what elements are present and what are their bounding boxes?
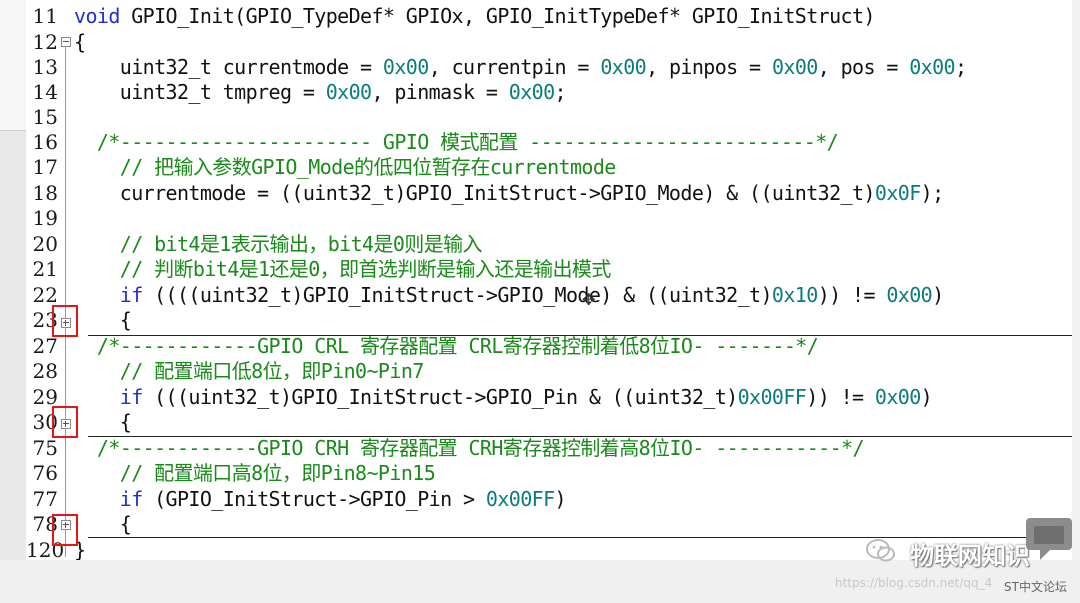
code-line[interactable]: // bit4是1表示输出，bit4是0则是输入 <box>74 232 483 257</box>
line-number: 76 <box>32 461 58 485</box>
watermark-forum: ST中文论坛 <box>1004 580 1067 594</box>
line-number: 17 <box>32 155 58 179</box>
code-line[interactable]: /*------------GPIO CRL 寄存器配置 CRL寄存器控制着低8… <box>74 334 819 359</box>
line-number: 15 <box>32 105 58 129</box>
fold-expanded-icon[interactable] <box>61 37 71 47</box>
code-line[interactable]: // 把输入参数GPIO_Mode的低四位暂存在currentmode <box>74 155 617 180</box>
code-line[interactable]: /*---------------------- GPIO 模式配置 -----… <box>74 130 839 155</box>
watermark-title: 物联网知识 <box>910 542 1030 570</box>
code-line[interactable]: { <box>74 308 132 333</box>
highlight-box <box>52 305 78 337</box>
code-line[interactable]: { <box>74 410 132 435</box>
line-number-gutter: 11 12 13 14 15 16 17 18 19 20 21 22 23 27 28 29 30 75 76 77… <box>26 0 70 562</box>
line-number: 19 <box>32 206 58 230</box>
code-line[interactable]: uint32_t tmpreg = 0x00, pinmask = 0x00; <box>74 80 567 105</box>
line-number: 12 <box>32 30 58 54</box>
code-line[interactable]: // 配置端口低8位，即Pin0~Pin7 <box>74 359 425 384</box>
code-line[interactable]: { <box>74 30 86 55</box>
highlight-box <box>52 406 78 438</box>
collapsed-region-line <box>88 436 1080 437</box>
line-number: 18 <box>32 181 58 205</box>
mouse-cursor-icon: ✥ <box>582 290 596 309</box>
code-line[interactable]: if ((((uint32_t)GPIO_InitStruct->GPIO_Mo… <box>74 283 944 308</box>
side-tab[interactable] <box>0 40 26 131</box>
code-line[interactable]: if (((uint32_t)GPIO_InitStruct->GPIO_Pin… <box>74 385 933 410</box>
collapsed-region-line <box>88 335 1080 336</box>
line-number: 28 <box>32 359 58 383</box>
line-number: 21 <box>32 257 58 281</box>
code-line[interactable]: // 判断bit4是1还是0，即首选判断是输入还是输出模式 <box>74 257 612 282</box>
line-number: 77 <box>32 487 58 511</box>
code-line[interactable]: { <box>74 512 132 537</box>
side-tab[interactable] <box>0 0 26 41</box>
highlight-box <box>52 514 78 546</box>
line-number: 13 <box>32 55 58 79</box>
code-line[interactable]: if (GPIO_InitStruct->GPIO_Pin > 0x00FF) <box>74 487 567 512</box>
code-line[interactable]: currentmode = ((uint32_t)GPIO_InitStruct… <box>74 181 944 206</box>
code-line[interactable]: uint32_t currentmode = 0x00, currentpin … <box>74 55 967 80</box>
code-line[interactable]: /*------------GPIO CRH 寄存器配置 CRH寄存器控制着高8… <box>74 436 865 461</box>
line-number: 27 <box>32 334 58 358</box>
chat-bubble-icon[interactable] <box>1026 518 1072 560</box>
line-number: 20 <box>32 232 58 256</box>
wechat-icon <box>866 539 895 562</box>
code-editor[interactable]: 11 12 13 14 15 16 17 18 19 20 21 22 23 27 28 29 30 75 76 77… <box>26 0 1080 562</box>
line-number: 16 <box>32 130 58 154</box>
window-left-strip <box>0 0 26 603</box>
line-number: 14 <box>32 80 58 104</box>
editor-scroll-edge[interactable] <box>1072 0 1080 560</box>
line-number: 11 <box>32 4 58 28</box>
fold-guide-line <box>65 47 66 557</box>
code-line[interactable]: void GPIO_Init(GPIO_TypeDef* GPIOx, GPIO… <box>74 4 875 29</box>
watermark-url: https://blog.csdn.net/qq_4 <box>835 576 993 590</box>
code-line[interactable]: // 配置端口高8位，即Pin8~Pin15 <box>74 461 436 486</box>
line-number: 75 <box>32 436 58 460</box>
